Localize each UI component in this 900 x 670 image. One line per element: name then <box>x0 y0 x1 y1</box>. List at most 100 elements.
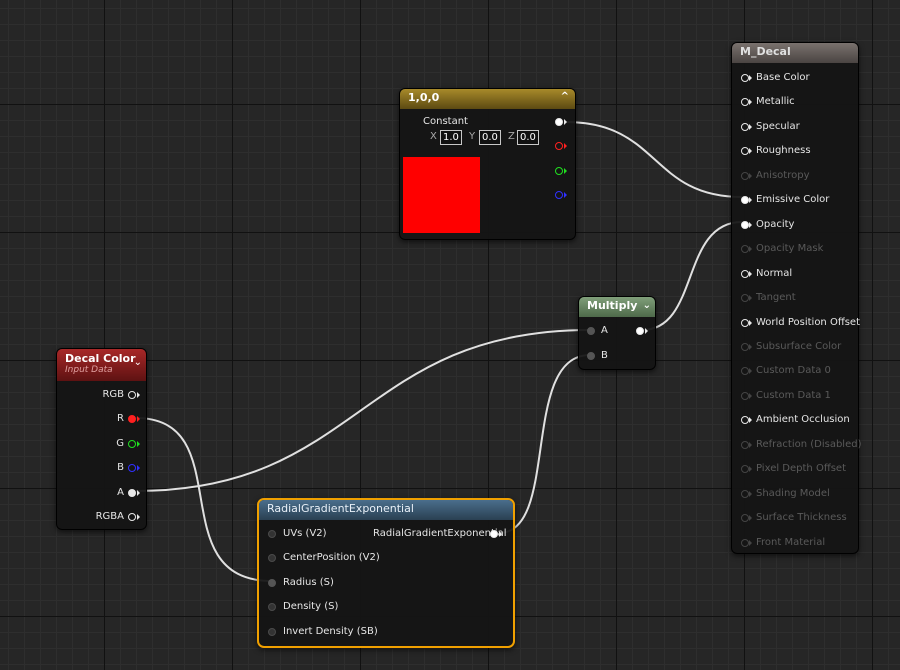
radial-input-pin[interactable] <box>268 530 276 538</box>
output-rgb-pin[interactable] <box>555 118 563 126</box>
radial-output-pin[interactable] <box>490 530 498 538</box>
radial-input-pin[interactable] <box>268 627 276 636</box>
constant-node-header[interactable]: 1,0,0 ^ <box>400 89 575 109</box>
material-input-pin[interactable] <box>741 465 749 474</box>
radial-input-pin[interactable] <box>268 603 276 612</box>
material-input-label: Surface Thickness <box>756 512 847 524</box>
decal-output-pin[interactable] <box>128 464 136 473</box>
material-input-arrow <box>749 441 752 448</box>
decal-output-pin[interactable] <box>128 488 136 497</box>
input-a-pin[interactable] <box>587 327 595 335</box>
material-input-label: Tangent <box>756 292 796 304</box>
output-g-pin[interactable] <box>555 167 563 175</box>
material-node-header[interactable]: M_Decal <box>732 43 858 63</box>
material-input-arrow <box>749 172 752 179</box>
material-input-pin[interactable] <box>741 147 749 156</box>
material-input-pin[interactable] <box>741 171 749 180</box>
decal-output-label: B <box>117 462 124 474</box>
material-input-arrow <box>749 295 752 302</box>
material-input-pin[interactable] <box>741 342 749 351</box>
wire-decal-r-to-radius[interactable] <box>135 417 273 582</box>
material-input-arrow <box>749 221 752 228</box>
material-input-pin[interactable] <box>741 489 749 498</box>
output-r-pin[interactable] <box>555 142 563 150</box>
material-input-label: Custom Data 0 <box>756 365 831 377</box>
material-input-pin[interactable] <box>741 416 749 425</box>
input-b-label: B <box>601 350 608 361</box>
material-input-label: Specular <box>756 120 800 132</box>
output-b-pin[interactable] <box>555 191 563 199</box>
decal-output-pin[interactable] <box>128 513 136 521</box>
decal-output-label: G <box>116 437 124 449</box>
expand-icon[interactable]: ⌄ <box>134 357 142 368</box>
decal-output-label: A <box>117 486 124 498</box>
material-result-node[interactable]: M_Decal Base Color Metallic Specular Roughn… <box>731 42 862 554</box>
wire-constant-to-emissive[interactable] <box>565 121 743 198</box>
material-input-pin[interactable] <box>741 196 749 205</box>
output-b-arrow <box>564 192 567 198</box>
decal-output-pin[interactable] <box>128 415 136 424</box>
material-input-label: Opacity <box>756 218 795 230</box>
x-label: X <box>430 131 437 142</box>
constant-node[interactable]: 1,0,0 ^ Constant X 1.0 Y 0.0 Z 0.0 <box>399 88 576 240</box>
output-g-arrow <box>564 168 567 174</box>
radial-gradient-node[interactable]: RadialGradientExponential RadialGradient… <box>257 498 515 648</box>
radial-node-title: RadialGradientExponential <box>267 502 414 515</box>
material-input-pin[interactable] <box>741 122 749 131</box>
radial-input-pin[interactable] <box>268 554 276 563</box>
y-value-field[interactable]: 0.0 <box>479 130 501 145</box>
material-input-arrow <box>749 319 752 326</box>
decal-color-node[interactable]: Decal Color Input Data ⌄ RGB R G B A RGBA <box>56 348 147 530</box>
material-input-pin[interactable] <box>741 98 749 107</box>
decal-output-pin[interactable] <box>128 439 136 448</box>
material-input-arrow <box>749 466 752 473</box>
wire-decal-a-to-multiply-a[interactable] <box>135 329 591 492</box>
collapse-icon[interactable]: ^ <box>561 91 569 102</box>
material-input-pin[interactable] <box>741 220 749 229</box>
material-input-pin[interactable] <box>741 440 749 449</box>
multiply-node[interactable]: Multiply ⌄ A B <box>578 296 656 370</box>
material-input-arrow <box>749 539 752 546</box>
material-node-title: M_Decal <box>740 45 791 58</box>
material-input-arrow <box>749 75 752 81</box>
wire-multiply-to-opacity[interactable] <box>641 221 743 331</box>
material-input-pin[interactable] <box>741 318 749 327</box>
material-input-label: Metallic <box>756 96 795 108</box>
material-input-arrow <box>749 246 752 253</box>
multiply-output-pin[interactable] <box>636 327 644 335</box>
radial-input-label: Radius (S) <box>283 576 334 588</box>
material-input-pin[interactable] <box>741 245 749 254</box>
decal-output-pin[interactable] <box>128 391 136 399</box>
radial-input-pin[interactable] <box>268 578 276 587</box>
output-rgb-arrow <box>564 119 567 125</box>
material-input-pin[interactable] <box>741 391 749 400</box>
constant-node-title: 1,0,0 <box>408 91 440 104</box>
material-input-arrow <box>749 368 752 375</box>
x-value-field[interactable]: 1.0 <box>440 130 462 145</box>
input-b-pin[interactable] <box>587 352 595 360</box>
material-input-pin[interactable] <box>741 538 749 547</box>
material-input-pin[interactable] <box>741 514 749 523</box>
material-input-label: Pixel Depth Offset <box>756 463 846 475</box>
material-input-label: Shading Model <box>756 487 830 499</box>
material-input-pin[interactable] <box>741 269 749 278</box>
radial-node-header[interactable]: RadialGradientExponential <box>259 500 513 520</box>
color-preview-swatch <box>403 157 480 233</box>
decal-output-arrow <box>137 514 140 520</box>
material-input-label: Refraction (Disabled) <box>756 438 862 450</box>
decal-node-header[interactable]: Decal Color Input Data ⌄ <box>57 349 146 381</box>
z-value-field[interactable]: 0.0 <box>517 130 539 145</box>
expand-icon[interactable]: ⌄ <box>643 300 651 311</box>
material-input-arrow <box>749 515 752 522</box>
multiply-output-arrow <box>645 328 648 334</box>
material-input-arrow <box>749 270 752 277</box>
multiply-node-header[interactable]: Multiply ⌄ <box>579 297 655 317</box>
z-label: Z <box>508 131 515 142</box>
decal-output-arrow <box>137 489 140 496</box>
material-input-label: World Position Offset <box>756 316 860 328</box>
material-input-label: Custom Data 1 <box>756 389 831 401</box>
material-input-pin[interactable] <box>741 367 749 376</box>
material-input-label: Base Color <box>756 72 810 83</box>
material-input-pin[interactable] <box>741 294 749 303</box>
material-input-pin[interactable] <box>741 74 749 82</box>
